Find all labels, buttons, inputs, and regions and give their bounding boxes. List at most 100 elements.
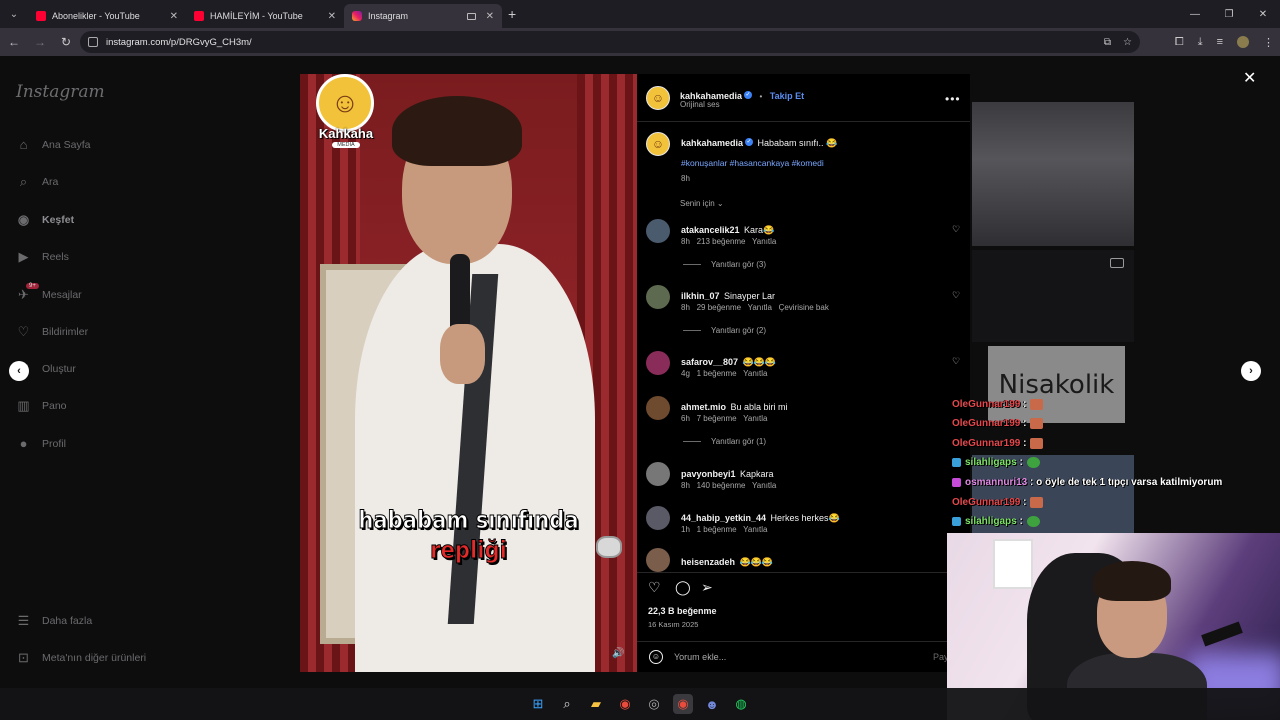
comment-username[interactable]: safarov__807 <box>681 357 738 367</box>
tab-hamileyim[interactable]: HAMİLEYİM - YouTube ✕ <box>186 4 344 28</box>
post-video[interactable]: ☺ Kahkaha MEDIA hababam sınıfında repliğ… <box>300 74 637 672</box>
sidebar-item-search[interactable]: ⌕ Ara <box>16 174 58 189</box>
tab-close-icon[interactable]: ✕ <box>328 11 336 22</box>
forward-icon[interactable]: → <box>28 30 52 54</box>
sidebar-item-profile[interactable]: ● Profil <box>16 436 66 451</box>
avatar[interactable] <box>646 351 670 375</box>
sidebar-item-messages[interactable]: ✈ 9+ Mesajlar <box>16 283 82 302</box>
sidebar-item-explore[interactable]: ◉ Keşfet <box>16 212 74 227</box>
audio-label[interactable]: Orijinal ses <box>680 100 720 109</box>
view-replies-button[interactable]: Yanıtları gör (1) <box>683 437 766 446</box>
comment-likes[interactable]: 213 beğenme <box>697 237 746 246</box>
sidebar-item-more[interactable]: ☰ Daha fazla <box>16 613 93 628</box>
tab-instagram[interactable]: Instagram ✕ <box>344 4 502 28</box>
explore-thumbnail[interactable] <box>972 250 1134 342</box>
avatar[interactable] <box>646 462 670 486</box>
caption-hashtags[interactable]: #konuşanlar #hasancankaya #komedi <box>681 158 824 168</box>
install-app-icon[interactable]: ⧉ <box>1104 37 1111 48</box>
avatar[interactable] <box>646 219 670 243</box>
tab-abonelikler[interactable]: Abonelikler - YouTube ✕ <box>28 4 186 28</box>
avatar[interactable] <box>646 506 670 530</box>
profile-avatar-icon[interactable] <box>1237 36 1249 48</box>
sort-dropdown[interactable]: Senin için ⌄ <box>680 199 724 208</box>
comment-username[interactable]: 44_habip_yetkin_44 <box>681 513 766 523</box>
minimize-icon[interactable]: — <box>1178 0 1212 28</box>
like-comment-icon[interactable]: ♡ <box>952 290 960 301</box>
comment-likes[interactable]: 7 beğenme <box>697 414 737 423</box>
translate-button[interactable]: Çevirisine bak <box>779 303 829 312</box>
download-icon[interactable]: ⤓ <box>1198 36 1203 49</box>
browser-menu-icon[interactable]: ⋮ <box>1263 36 1274 49</box>
spotify-icon[interactable]: ◍ <box>731 694 751 714</box>
view-replies-button[interactable]: Yanıtları gör (2) <box>683 326 766 335</box>
new-tab-button[interactable]: + <box>508 6 516 22</box>
view-replies-button[interactable]: Yanıtları gör (3) <box>683 260 766 269</box>
avatar[interactable] <box>646 396 670 420</box>
sidebar-item-notifications[interactable]: ♡ Bildirimler <box>16 324 88 339</box>
reply-button[interactable]: Yanıtla <box>743 369 767 378</box>
reply-button[interactable]: Yanıtla <box>752 481 776 490</box>
next-post-button[interactable]: › <box>1241 361 1261 381</box>
file-explorer-icon[interactable]: ▰ <box>586 694 606 714</box>
sidebar-item-reels[interactable]: ▶ Reels <box>16 249 69 264</box>
reply-button[interactable]: Yanıtla <box>748 303 772 312</box>
tab-search-button[interactable]: ⌄ <box>0 0 28 28</box>
extensions-icon[interactable]: ⧠ <box>1175 36 1184 49</box>
post-date: 16 Kasım 2025 <box>648 620 699 629</box>
comment-input[interactable]: Yorum ekle... <box>674 652 726 662</box>
follow-button[interactable]: Takip Et <box>770 91 804 101</box>
previous-post-button[interactable]: ‹ <box>9 361 29 381</box>
instagram-logo[interactable]: Instagram <box>16 82 105 102</box>
like-comment-icon[interactable]: ♡ <box>952 356 960 367</box>
discord-icon[interactable]: ☻ <box>702 694 722 714</box>
sidebar-item-meta-products[interactable]: ⊡ Meta'nın diğer ürünleri <box>16 650 146 665</box>
back-icon[interactable]: ← <box>2 30 26 54</box>
comment-icon[interactable]: ◯ <box>675 579 691 596</box>
media-cast-icon[interactable] <box>466 12 476 20</box>
close-window-icon[interactable]: ✕ <box>1246 0 1280 28</box>
comment-username[interactable]: pavyonbeyi1 <box>681 469 736 479</box>
reload-icon[interactable]: ↻ <box>54 30 78 54</box>
comment-likes[interactable]: 1 beğenme <box>697 525 737 534</box>
app-icon[interactable]: ◎ <box>644 694 664 714</box>
comment-username[interactable]: heisenzadeh <box>681 557 735 567</box>
address-bar[interactable]: instagram.com/p/DRGvyG_CH3m/ ⧉ ☆ <box>80 31 1140 53</box>
reading-list-icon[interactable]: ≡ <box>1217 36 1223 48</box>
comment-likes[interactable]: 140 beğenme <box>697 481 746 490</box>
volume-icon[interactable]: 🔊 <box>612 648 624 659</box>
avatar[interactable] <box>646 285 670 309</box>
avatar[interactable]: ☺ <box>646 86 670 110</box>
explore-thumbnail[interactable] <box>972 102 1134 246</box>
reply-button[interactable]: Yanıtla <box>743 414 767 423</box>
windows-start-icon[interactable]: ⊞ <box>528 694 548 714</box>
comment-username[interactable]: ahmet.mio <box>681 402 726 412</box>
tab-close-icon[interactable]: ✕ <box>170 11 178 22</box>
chrome-active-icon[interactable]: ◉ <box>673 694 693 714</box>
reply-button[interactable]: Yanıtla <box>752 237 776 246</box>
comment-likes[interactable]: 29 beğenme <box>697 303 741 312</box>
tab-close-icon[interactable]: ✕ <box>486 11 494 22</box>
comment-likes[interactable]: 1 beğenme <box>697 369 737 378</box>
chat-text: : <box>1023 399 1027 410</box>
more-options-icon[interactable]: ••• <box>945 92 961 106</box>
chrome-icon[interactable]: ◉ <box>615 694 635 714</box>
nisakolik-thumbnail-text[interactable]: Nisakolik <box>988 346 1125 423</box>
like-comment-icon[interactable]: ♡ <box>952 224 960 235</box>
comment-username[interactable]: atakancelik21 <box>681 225 740 235</box>
avatar[interactable]: ☺ <box>646 132 670 156</box>
site-info-icon[interactable] <box>88 37 98 47</box>
sidebar-item-dashboard[interactable]: ▥ Pano <box>16 398 66 413</box>
share-icon[interactable]: ➢ <box>701 579 713 596</box>
caption-username[interactable]: kahkahamedia <box>681 138 743 148</box>
avatar[interactable] <box>646 548 670 572</box>
search-icon[interactable]: ⌕ <box>557 694 577 714</box>
close-modal-icon[interactable]: ✕ <box>1243 68 1256 88</box>
bookmark-star-icon[interactable]: ☆ <box>1123 37 1132 48</box>
emoji-icon[interactable]: ☺ <box>649 650 663 664</box>
sidebar-item-home[interactable]: ⌂ Ana Sayfa <box>16 137 91 152</box>
reply-button[interactable]: Yanıtla <box>743 525 767 534</box>
likes-count[interactable]: 22,3 B beğenme <box>648 606 717 616</box>
comment-username[interactable]: ilkhin_07 <box>681 291 720 301</box>
like-icon[interactable]: ♡ <box>648 579 661 596</box>
restore-icon[interactable]: ❐ <box>1212 0 1246 28</box>
